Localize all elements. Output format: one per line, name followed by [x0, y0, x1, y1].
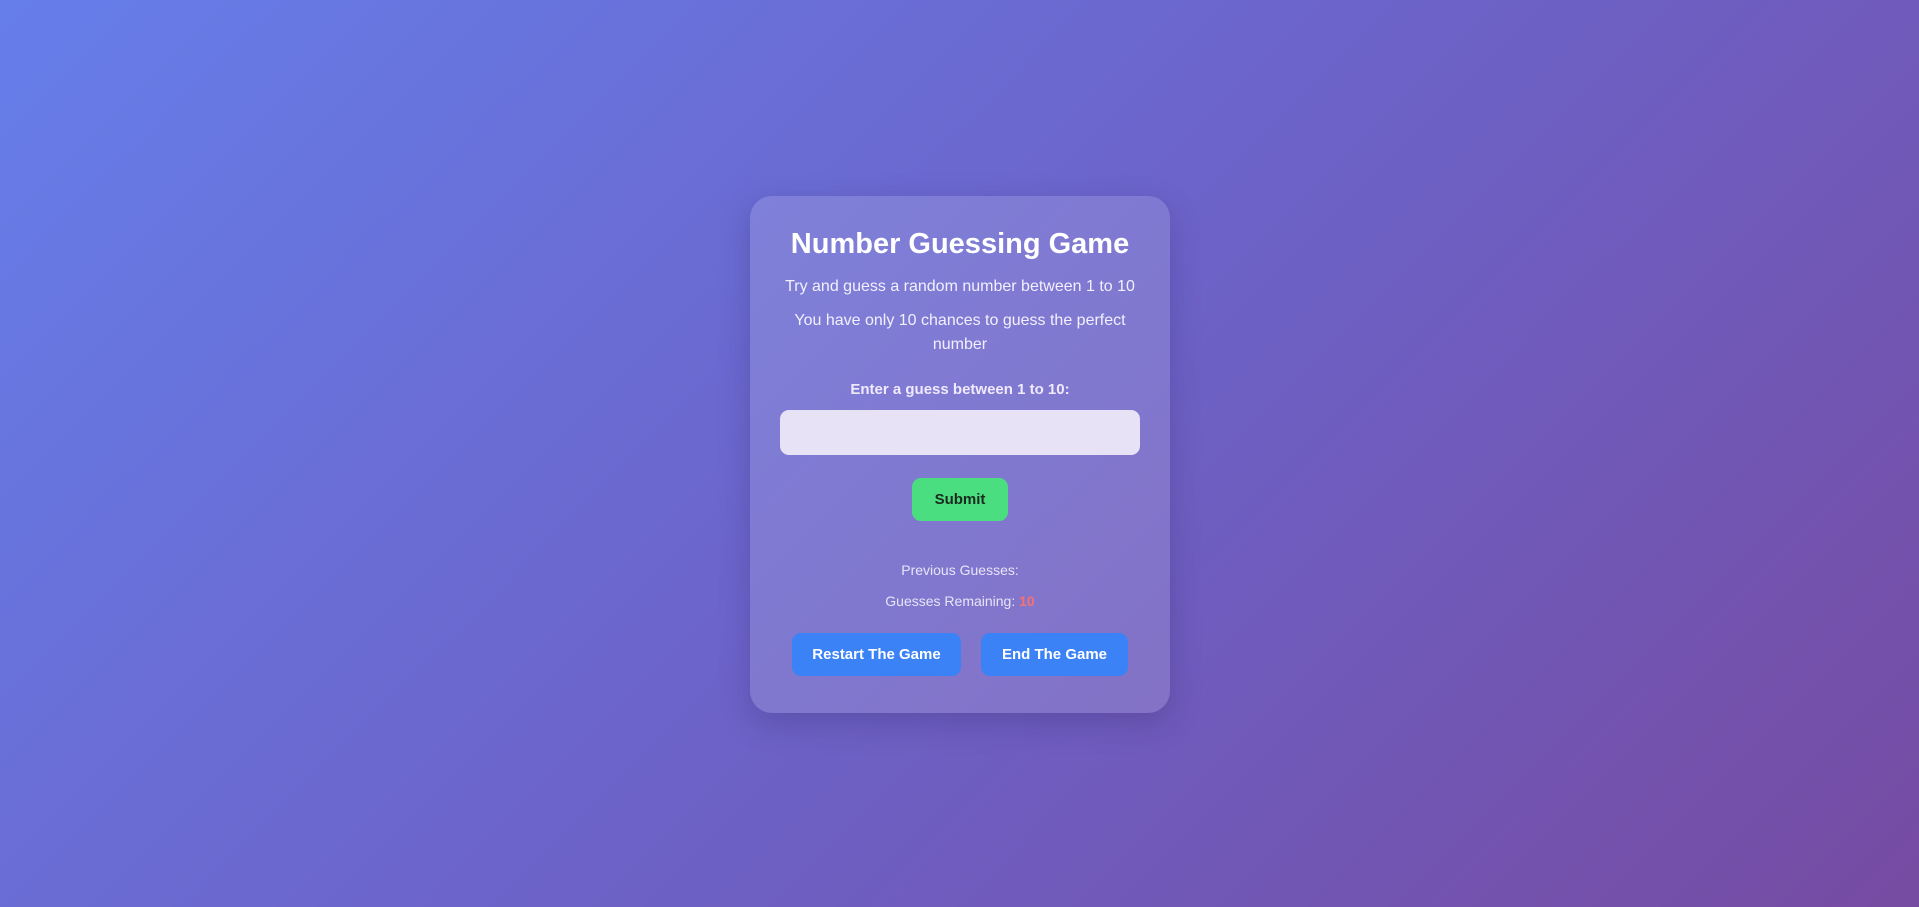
- guesses-remaining-count: 10: [1019, 593, 1035, 609]
- game-subtitle: Try and guess a random number between 1 …: [785, 278, 1135, 295]
- previous-guesses: Previous Guesses:: [750, 562, 1170, 578]
- guesses-remaining-label: Guesses Remaining:: [885, 593, 1016, 609]
- submit-button[interactable]: Submit: [912, 478, 1008, 521]
- guesses-remaining: Guesses Remaining: 10: [750, 593, 1170, 609]
- guess-input[interactable]: [780, 410, 1140, 455]
- chances-text: You have only 10 chances to guess the pe…: [794, 312, 1126, 353]
- previous-guesses-label: Previous Guesses:: [901, 562, 1019, 578]
- end-game-button[interactable]: End The Game: [981, 633, 1128, 676]
- game-card: Number Guessing Game Try and guess a ran…: [750, 196, 1170, 713]
- game-title: Number Guessing Game: [790, 228, 1130, 260]
- guess-input-label: Enter a guess between 1 to 10:: [850, 381, 1070, 398]
- restart-game-button[interactable]: Restart The Game: [792, 633, 961, 676]
